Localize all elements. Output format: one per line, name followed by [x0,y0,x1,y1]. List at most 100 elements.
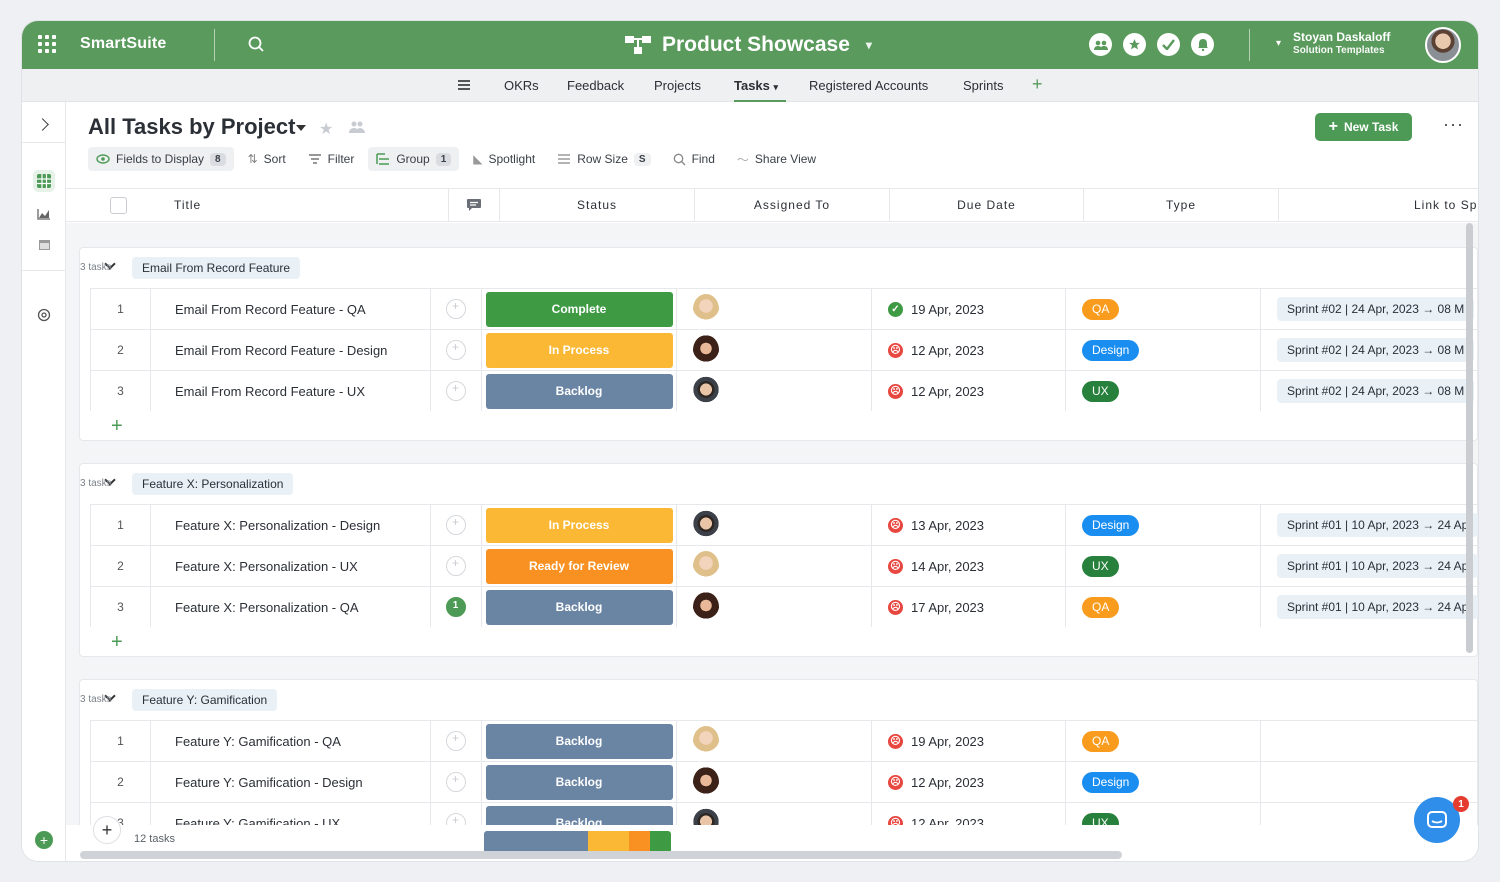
menu-icon[interactable] [458,80,470,90]
group-header[interactable]: Feature Y: Gamification 3 tasks [80,680,1477,720]
sprint-link[interactable]: Sprint #01 | 10 Apr, 2023 → 24 Ap [1277,554,1478,578]
add-comment-icon[interactable] [446,299,466,319]
due-date[interactable]: 14 Apr, 2023 [911,559,984,574]
tab-projects[interactable]: Projects [654,78,701,93]
search-icon[interactable] [248,36,265,53]
type-badge[interactable]: Design [1082,339,1140,361]
tab-okrs[interactable]: OKRs [504,78,539,93]
task-title[interactable]: Feature Y: Gamification - Design [151,762,431,802]
due-date[interactable]: 12 Apr, 2023 [911,384,984,399]
status-badge[interactable]: Backlog [485,373,673,409]
tab-feedback[interactable]: Feedback [567,78,624,93]
task-title[interactable]: Feature X: Personalization - UX [151,546,431,586]
status-badge[interactable]: Backlog [485,764,673,800]
table-row[interactable]: 2 Feature X: Personalization - UX Ready … [90,545,1478,586]
workspace-switcher[interactable]: Product Showcase ▾ [624,31,872,59]
type-badge[interactable]: QA [1082,298,1120,320]
table-row[interactable]: 1 Email From Record Feature - QA Complet… [90,288,1478,329]
assignee-avatar[interactable] [693,592,719,622]
sort-button[interactable]: ⇅ Sort [240,147,294,171]
status-badge[interactable]: Complete [485,291,673,327]
table-row[interactable]: 2 Feature Y: Gamification - Design Backl… [90,761,1478,802]
add-comment-icon[interactable] [446,515,466,535]
tab-registered-accounts[interactable]: Registered Accounts [809,78,928,93]
group-header[interactable]: Feature X: Personalization 3 tasks [80,464,1477,504]
due-date[interactable]: 17 Apr, 2023 [911,600,984,615]
assignee-avatar[interactable] [693,335,719,365]
column-assigned-to[interactable]: Assigned To [695,189,890,221]
sprint-link[interactable]: Sprint #02 | 24 Apr, 2023 → 08 M [1277,338,1475,362]
add-record-button[interactable]: + [93,816,121,844]
tab-sprints[interactable]: Sprints [963,78,1003,93]
row-size-button[interactable]: Row Size S [549,147,658,171]
sprint-link[interactable]: Sprint #02 | 24 Apr, 2023 → 08 M [1277,379,1475,403]
type-badge[interactable]: Design [1082,771,1140,793]
filter-button[interactable]: Filter [300,147,363,171]
column-type[interactable]: Type [1084,189,1279,221]
assignee-avatar[interactable] [693,726,719,756]
favorites-icon[interactable] [1123,33,1146,56]
sprint-link[interactable]: Sprint #01 | 10 Apr, 2023 → 24 Ap [1277,595,1478,619]
status-badge[interactable]: Backlog [485,723,673,759]
task-title[interactable]: Email From Record Feature - QA [151,289,431,329]
due-date[interactable]: 12 Apr, 2023 [911,343,984,358]
status-badge[interactable]: Backlog [485,589,673,625]
add-comment-icon[interactable] [446,772,466,792]
type-badge[interactable]: UX [1082,380,1119,402]
due-date[interactable]: 13 Apr, 2023 [911,518,984,533]
task-title[interactable]: Feature Y: Gamification - QA [151,721,431,761]
share-view-button[interactable]: 〜 Share View [729,147,824,171]
chart-view-icon[interactable] [33,203,55,225]
expand-sidebar-icon[interactable] [36,118,49,131]
help-icon[interactable] [33,304,55,326]
type-badge[interactable]: QA [1082,730,1120,752]
table-row[interactable]: 3 Feature X: Personalization - QA 1 Back… [90,586,1478,627]
add-comment-icon[interactable] [446,340,466,360]
task-title[interactable]: Email From Record Feature - UX [151,371,431,411]
table-row[interactable]: 3 Email From Record Feature - UX Backlog… [90,370,1478,411]
add-row-icon[interactable]: + [111,415,123,438]
table-row[interactable]: 1 Feature Y: Gamification - QA Backlog ☹… [90,720,1478,761]
assignee-avatar[interactable] [693,510,719,540]
add-comment-icon[interactable] [446,731,466,751]
grid-view-icon[interactable] [33,170,55,192]
user-avatar[interactable] [1425,27,1461,63]
type-badge[interactable]: QA [1082,596,1120,618]
new-task-button[interactable]: + New Task [1315,113,1412,141]
due-date[interactable]: 12 Apr, 2023 [911,775,984,790]
task-title[interactable]: Feature X: Personalization - Design [151,505,431,545]
sprint-link[interactable]: Sprint #01 | 10 Apr, 2023 → 24 Ap [1277,513,1478,537]
add-row-icon[interactable]: + [111,631,123,654]
due-date[interactable]: 19 Apr, 2023 [911,734,984,749]
add-view-icon[interactable]: + [35,831,53,849]
view-people-icon[interactable] [348,120,366,134]
more-options-icon[interactable]: ··· [1443,114,1464,135]
status-badge[interactable]: In Process [485,507,673,543]
my-tasks-check-icon[interactable] [1157,33,1180,56]
due-date[interactable]: 19 Apr, 2023 [911,302,984,317]
task-title[interactable]: Feature X: Personalization - QA [151,587,431,627]
add-table-icon[interactable]: + [1032,74,1043,95]
find-button[interactable]: Find [665,147,723,171]
tab-tasks[interactable]: Tasks ▾ [734,78,787,103]
status-badge[interactable]: In Process [485,332,673,368]
column-comments[interactable] [449,189,500,221]
type-badge[interactable]: Design [1082,514,1140,536]
group-button[interactable]: Group 1 [368,147,460,171]
assignee-avatar[interactable] [693,551,719,581]
column-status[interactable]: Status [500,189,695,221]
type-badge[interactable]: UX [1082,555,1119,577]
assignee-avatar[interactable] [693,376,719,406]
task-title[interactable]: Email From Record Feature - Design [151,330,431,370]
select-all-checkbox[interactable] [110,196,127,214]
page-title[interactable]: All Tasks by Project [88,114,295,140]
notifications-bell-icon[interactable] [1191,33,1214,56]
table-row[interactable]: 1 Feature X: Personalization - Design In… [90,504,1478,545]
view-menu-chevron-icon[interactable] [296,125,306,131]
sprint-link[interactable]: Sprint #02 | 24 Apr, 2023 → 08 M [1277,297,1475,321]
add-comment-icon[interactable] [446,381,466,401]
vertical-scrollbar[interactable] [1466,223,1473,653]
column-due-date[interactable]: Due Date [890,189,1084,221]
members-icon[interactable] [1089,33,1112,56]
add-comment-icon[interactable] [446,556,466,576]
